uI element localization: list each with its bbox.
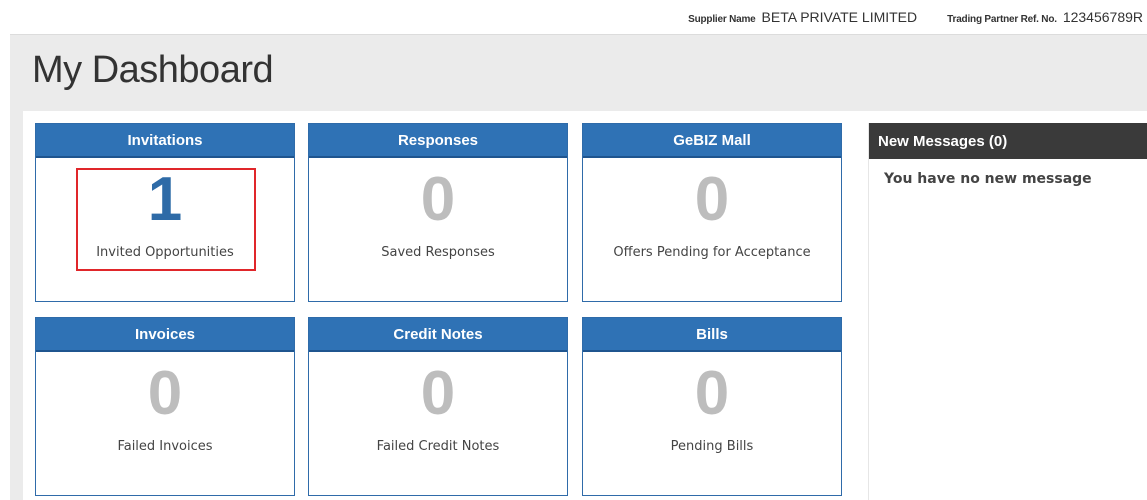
tile-header[interactable]: Invitations (36, 124, 294, 158)
top-bar: Supplier Name BETA PRIVATE LIMITED Tradi… (0, 0, 1147, 34)
tile-header[interactable]: Responses (309, 124, 567, 158)
supplier-info: Supplier Name BETA PRIVATE LIMITED Tradi… (688, 9, 1143, 25)
tile-description[interactable]: Invited Opportunities (56, 242, 274, 263)
dashboard-panel: My Dashboard Invitations 1 Invited Oppor… (10, 34, 1147, 500)
tile-header[interactable]: GeBIZ Mall (583, 124, 841, 158)
tile-header[interactable]: Invoices (36, 318, 294, 352)
tile-count[interactable]: 0 (309, 168, 567, 232)
tile-description[interactable]: Failed Credit Notes (329, 436, 547, 457)
tile-count[interactable]: 0 (36, 362, 294, 426)
tile-credit-notes[interactable]: Credit Notes 0 Failed Credit Notes (308, 317, 568, 496)
tile-body[interactable]: 0 Saved Responses (309, 158, 567, 301)
page-title: My Dashboard (32, 49, 274, 91)
supplier-name-label: Supplier Name (688, 14, 756, 25)
partner-ref-value: 123456789R (1062, 9, 1143, 25)
tile-invitations[interactable]: Invitations 1 Invited Opportunities (35, 123, 295, 302)
tile-count[interactable]: 0 (309, 362, 567, 426)
tile-header[interactable]: Bills (583, 318, 841, 352)
tile-description[interactable]: Pending Bills (603, 436, 821, 457)
tile-body[interactable]: 0 Offers Pending for Acceptance (583, 158, 841, 301)
tile-body[interactable]: 0 Failed Credit Notes (309, 352, 567, 495)
tile-gebiz-mall[interactable]: GeBIZ Mall 0 Offers Pending for Acceptan… (582, 123, 842, 302)
tile-count[interactable]: 1 (36, 168, 294, 232)
messages-panel: New Messages (0) You have no new message (868, 123, 1147, 500)
tile-bills[interactable]: Bills 0 Pending Bills (582, 317, 842, 496)
tile-count[interactable]: 0 (583, 362, 841, 426)
tile-description[interactable]: Saved Responses (329, 242, 547, 263)
tile-header[interactable]: Credit Notes (309, 318, 567, 352)
tile-responses[interactable]: Responses 0 Saved Responses (308, 123, 568, 302)
messages-header[interactable]: New Messages (0) (869, 123, 1147, 159)
tile-body[interactable]: 1 Invited Opportunities (36, 158, 294, 301)
partner-ref-label: Trading Partner Ref. No. (947, 14, 1057, 25)
tile-count[interactable]: 0 (583, 168, 841, 232)
supplier-name-value: BETA PRIVATE LIMITED (761, 9, 918, 25)
tile-description[interactable]: Offers Pending for Acceptance (603, 242, 821, 263)
dashboard-content: Invitations 1 Invited Opportunities Resp… (23, 111, 1147, 500)
tile-invoices[interactable]: Invoices 0 Failed Invoices (35, 317, 295, 496)
tile-body[interactable]: 0 Failed Invoices (36, 352, 294, 495)
tile-body[interactable]: 0 Pending Bills (583, 352, 841, 495)
tile-description[interactable]: Failed Invoices (56, 436, 274, 457)
messages-empty-text: You have no new message (884, 171, 1092, 187)
